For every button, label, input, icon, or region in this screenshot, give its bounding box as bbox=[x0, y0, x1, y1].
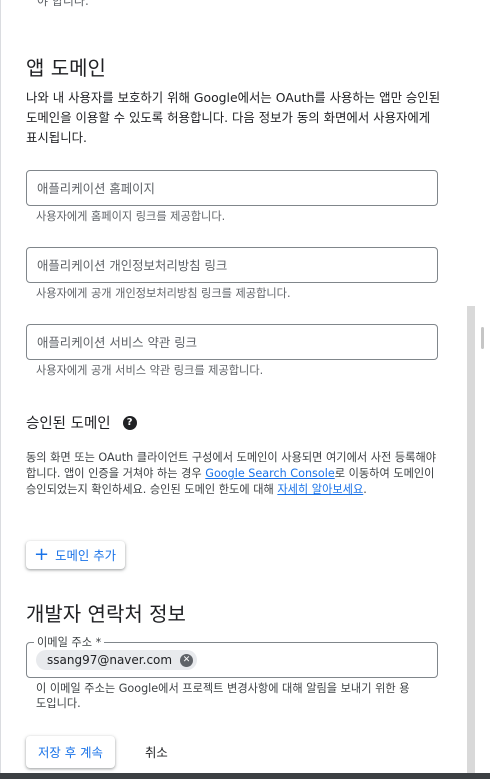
email-chip-text: ssang97@naver.com bbox=[47, 653, 173, 667]
privacy-policy-input[interactable] bbox=[27, 248, 437, 282]
developer-contact-heading: 개발자 연락처 정보 bbox=[26, 602, 186, 626]
terms-of-service-field[interactable] bbox=[26, 324, 438, 360]
app-domain-heading: 앱 도메인 bbox=[26, 56, 106, 80]
app-domain-intro: 나와 내 사용자를 보호하기 위해 Google에서는 OAuth를 사용하는 … bbox=[26, 90, 441, 145]
add-domain-button[interactable]: + 도메인 추가 bbox=[26, 541, 126, 569]
email-label: 이메일 주소 * bbox=[34, 634, 105, 650]
form-panel: 야 합니다. 앱 도메인 나와 내 사용자를 보호하기 위해 Google에서는… bbox=[0, 0, 476, 779]
scrollbar-thumb[interactable] bbox=[467, 306, 475, 779]
terms-of-service-input[interactable] bbox=[27, 325, 437, 359]
authorized-domains-description: 동의 화면 또는 OAuth 클라이언트 구성에서 도메인이 사용되면 여기에서… bbox=[26, 450, 440, 498]
cancel-circle-icon[interactable]: ✕ bbox=[180, 653, 194, 667]
privacy-policy-field[interactable] bbox=[26, 247, 438, 283]
authorized-domains-title: 승인된 도메인 ? bbox=[26, 412, 137, 433]
desc-text-3: . bbox=[363, 483, 367, 496]
truncated-text: 야 합니다. bbox=[37, 0, 89, 8]
resize-handle[interactable] bbox=[481, 327, 484, 349]
authorized-domains-label: 승인된 도메인 bbox=[26, 416, 111, 432]
terms-of-service-helper: 사용자에게 공개 서비스 약관 링크를 제공합니다. bbox=[36, 364, 264, 377]
learn-more-link[interactable]: 자세히 알아보세요 bbox=[277, 483, 363, 496]
cancel-button[interactable]: 취소 bbox=[136, 736, 177, 768]
homepage-field[interactable] bbox=[26, 170, 438, 206]
search-console-link[interactable]: Google Search Console bbox=[205, 467, 334, 480]
homepage-input[interactable] bbox=[27, 171, 437, 205]
help-circle-icon[interactable]: ? bbox=[122, 415, 137, 430]
homepage-helper: 사용자에게 홈페이지 링크를 제공합니다. bbox=[36, 210, 226, 223]
add-domain-label: 도메인 추가 bbox=[55, 548, 117, 563]
plus-icon: + bbox=[34, 544, 50, 565]
email-field[interactable]: 이메일 주소 * ssang97@naver.com ✕ bbox=[26, 634, 438, 678]
email-chip[interactable]: ssang97@naver.com ✕ bbox=[36, 650, 198, 670]
bottom-bar bbox=[0, 773, 490, 779]
privacy-policy-helper: 사용자에게 공개 개인정보처리방침 링크를 제공합니다. bbox=[36, 287, 291, 300]
email-hint: 이 이메일 주소는 Google에서 프로젝트 변경사항에 대해 알림을 보내기… bbox=[36, 682, 410, 710]
save-and-continue-button[interactable]: 저장 후 계속 bbox=[26, 736, 115, 768]
